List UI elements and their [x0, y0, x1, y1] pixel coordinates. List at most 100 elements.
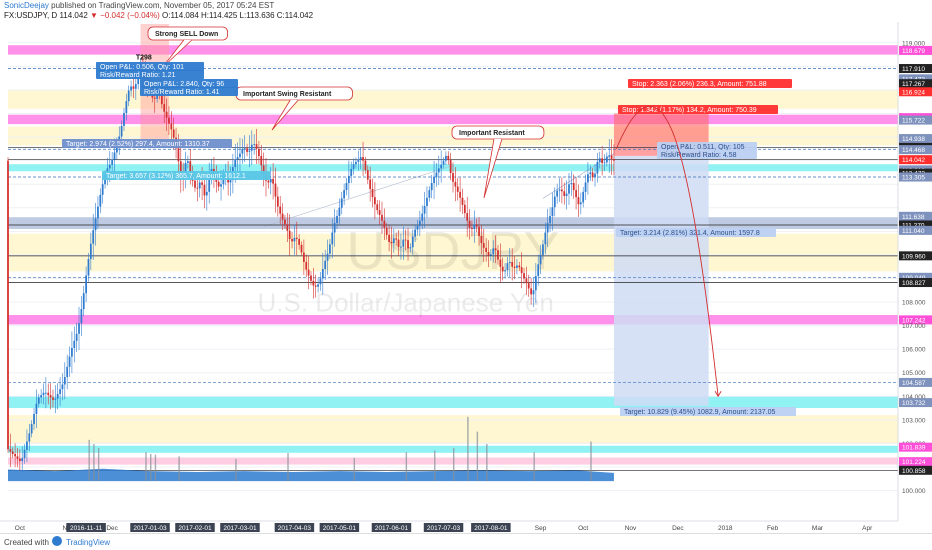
- candle-body: [63, 377, 66, 385]
- candle-body: [336, 216, 338, 224]
- candle-body: [482, 243, 485, 248]
- candle-body: [205, 191, 208, 196]
- x-axis-label: Sep: [535, 525, 547, 532]
- candle-body: [407, 240, 409, 249]
- x-axis-label: 2017-04-03: [278, 525, 312, 532]
- candle-body: [97, 206, 99, 219]
- candle-body: [94, 218, 97, 231]
- risk-reward-3-text: Risk/Reward Ratio: 4.58: [661, 152, 737, 159]
- candle-body: [269, 178, 272, 183]
- volume-spike: [405, 452, 408, 482]
- candle-body: [433, 177, 435, 184]
- tradingview-link[interactable]: TradingView: [66, 538, 110, 547]
- candle-body: [284, 219, 286, 225]
- candle-body: [480, 236, 483, 244]
- candle-body: [404, 239, 407, 241]
- candle-body: [501, 266, 504, 272]
- candle-body: [314, 285, 317, 287]
- candle-body: [357, 159, 360, 162]
- y-tick-label: 103.000: [902, 417, 926, 424]
- candle-body: [456, 186, 459, 192]
- volume-spike: [434, 450, 436, 482]
- candle-body: [388, 234, 390, 242]
- candle-body: [319, 278, 322, 285]
- short-target-box: [613, 155, 709, 406]
- open-pnl-1-text: Open P&L: 0.506, Qty: 101: [100, 64, 184, 71]
- candle-body: [258, 148, 260, 156]
- candle-body: [239, 153, 241, 158]
- t298-label: T298: [136, 54, 152, 61]
- candle-body: [291, 238, 293, 242]
- candle-body: [478, 226, 480, 237]
- candle-body: [400, 246, 402, 248]
- candle-body: [189, 161, 192, 172]
- price-label: 109.960: [902, 253, 926, 260]
- price-label: 114.468: [902, 147, 925, 154]
- candle-body: [390, 241, 393, 244]
- x-axis-label: Apr: [862, 525, 873, 532]
- candle-body: [397, 239, 400, 247]
- price-label: 100.858: [902, 468, 926, 475]
- candle-body: [163, 104, 166, 112]
- candle-body: [568, 184, 570, 194]
- candle-body: [605, 156, 608, 163]
- candle-body: [310, 275, 312, 281]
- volume-spike: [150, 453, 152, 482]
- risk-reward-2-text: Risk/Reward Ratio: 1.41: [144, 89, 220, 96]
- y-tick-label: 106.000: [902, 347, 926, 354]
- candle-body: [132, 86, 135, 89]
- candle-body: [473, 224, 476, 229]
- candle-body: [378, 210, 381, 215]
- candle-body: [47, 392, 50, 396]
- candle-body: [556, 190, 559, 197]
- candle-body: [506, 263, 509, 271]
- candle-body: [49, 395, 52, 398]
- candle-body: [352, 164, 355, 169]
- candle-body: [392, 238, 395, 244]
- candle-body: [153, 97, 156, 99]
- candle-body: [217, 181, 220, 187]
- candle-body: [475, 224, 478, 227]
- price-chart[interactable]: USDJPY U.S. Dollar/Japanese Yen Strong S…: [0, 0, 932, 534]
- candle-body: [234, 159, 237, 168]
- candle-body: [596, 161, 599, 174]
- candle-body: [463, 204, 466, 214]
- target-bottom-label-text: Target: 10.829 (9.45%) 1082.9, Amount: 2…: [624, 409, 775, 416]
- candle-body: [267, 180, 270, 183]
- candle-body: [416, 226, 419, 230]
- x-axis-label: Oct: [15, 525, 25, 532]
- candle-body: [203, 184, 206, 196]
- y-axis: 119.000118.679117.910117.473117.267116.9…: [897, 22, 932, 521]
- candle-body: [288, 230, 291, 239]
- candle-body: [587, 174, 589, 183]
- price-label: 113.305: [902, 175, 925, 182]
- candle-body: [520, 267, 523, 274]
- candle-body: [255, 144, 258, 149]
- candle-body: [333, 223, 336, 233]
- candle-body: [127, 90, 130, 102]
- candle-body: [73, 340, 76, 348]
- stop-top-label-text: Stop: 2.363 (2.06%) 236.3, Amount: 751.8…: [632, 81, 767, 88]
- stop-right-label: Stop: 1.342 (1.17%) 134.2, Amount: 750.3…: [618, 105, 778, 114]
- candle-body: [35, 403, 38, 414]
- candle-body: [534, 276, 537, 291]
- candle-body: [85, 275, 87, 294]
- candle-body: [461, 197, 464, 205]
- candle-body: [371, 188, 374, 198]
- x-axis-label: 2017-06-01: [375, 525, 409, 532]
- candle-body: [187, 161, 189, 164]
- x-axis-label: Nov: [625, 525, 637, 532]
- candle-body: [338, 207, 341, 217]
- candle-body: [459, 191, 461, 198]
- candle-body: [108, 164, 111, 169]
- candle-body: [326, 253, 329, 261]
- risk-reward-2: Risk/Reward Ratio: 1.41: [140, 87, 238, 96]
- target-cyan-label-text: Target: 3.657 (3.12%) 365.7, Amount: 161…: [106, 173, 246, 180]
- candle-body: [82, 293, 85, 310]
- price-label: 111.638: [902, 214, 925, 221]
- open-pnl-2: Open P&L: 2.840, Qty: 96: [140, 79, 238, 88]
- candle-body: [426, 197, 428, 207]
- target-left-label-text: Target: 2.974 (2.52%) 297.4, Amount: 131…: [66, 141, 210, 148]
- candle-body: [37, 397, 40, 404]
- volume-spike: [353, 457, 355, 482]
